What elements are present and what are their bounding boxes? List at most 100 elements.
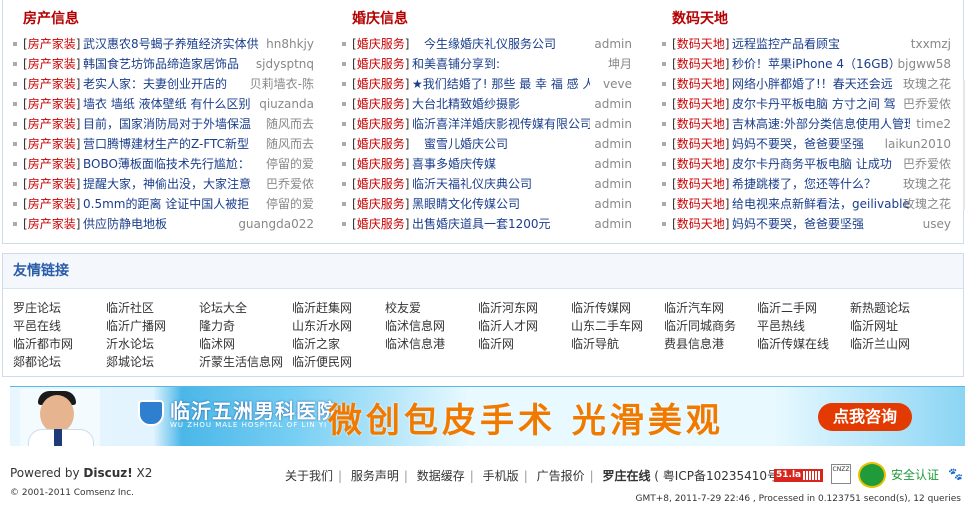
author-link[interactable]: admin bbox=[594, 174, 632, 194]
thread-title-link[interactable]: 今生缘婚庆礼仪服务公司 bbox=[412, 34, 556, 54]
thread-title-link[interactable]: 和美喜铺分享到: bbox=[412, 54, 500, 74]
footer-link-terms[interactable]: 服务声明 bbox=[351, 469, 399, 483]
hospital-banner-ad[interactable]: 临沂五洲男科医院 WU ZHOU MALE HOSPITAL OF LIN YI… bbox=[10, 386, 965, 446]
footer-site-name[interactable]: 罗庄在线 bbox=[602, 469, 650, 483]
author-link[interactable]: admin bbox=[594, 114, 632, 134]
thread-title-link[interactable]: 黑眼睛文化传媒公司 bbox=[412, 194, 520, 214]
friend-link[interactable]: 临沂赶集网 bbox=[292, 299, 352, 317]
author-link[interactable]: guangda022 bbox=[238, 214, 314, 234]
friend-link[interactable]: 罗庄论坛 bbox=[13, 299, 61, 317]
author-link[interactable]: 贝莉墙衣-陈 bbox=[250, 74, 314, 94]
author-link[interactable]: admin bbox=[594, 94, 632, 114]
footer-link-cache[interactable]: 数据缓存 bbox=[417, 469, 465, 483]
column-title[interactable]: 婚庆信息 bbox=[340, 0, 634, 27]
category-link[interactable]: [数码天地] bbox=[672, 94, 729, 114]
thread-title-link[interactable]: 妈妈不要哭，爸爸要坚强 bbox=[732, 214, 864, 234]
friend-link[interactable]: 临沂河东网 bbox=[478, 299, 538, 317]
author-link[interactable]: 玫瑰之花 bbox=[903, 174, 951, 194]
friend-link[interactable]: 临沂二手网 bbox=[757, 299, 817, 317]
footer-icp[interactable]: ( 粤ICP备10235410号 ) bbox=[654, 469, 787, 483]
friend-link[interactable]: 山东二手车网 bbox=[571, 317, 643, 335]
thread-title-link[interactable]: 供应防静电地板 bbox=[83, 214, 167, 234]
friend-link[interactable]: 临沂同城商务 bbox=[664, 317, 736, 335]
friend-link[interactable]: 新热题论坛 bbox=[850, 299, 910, 317]
thread-title-link[interactable]: 给电视来点新鲜看法，geilivable bbox=[732, 194, 910, 214]
category-link[interactable]: [数码天地] bbox=[672, 134, 729, 154]
thread-title-link[interactable]: 远程监控产品看顾宝 bbox=[732, 34, 840, 54]
author-link[interactable]: 玫瑰之花 bbox=[903, 194, 951, 214]
author-link[interactable]: usey bbox=[923, 214, 951, 234]
friend-link[interactable]: 临沂汽车网 bbox=[664, 299, 724, 317]
thread-title-link[interactable]: 皮尔卡丹商务平板电脑 让成功 bbox=[732, 154, 892, 174]
consult-button[interactable]: 点我咨询 bbox=[818, 403, 912, 431]
author-link[interactable]: laikun2010 bbox=[885, 134, 951, 154]
thread-title-link[interactable]: ★我们结婚了! 那些 最 幸 福 感 人 bbox=[412, 74, 590, 94]
category-link[interactable]: [数码天地] bbox=[672, 34, 729, 54]
author-link[interactable]: hn8hkjy bbox=[266, 34, 314, 54]
thread-title-link[interactable]: 妈妈不要哭，爸爸要坚强 bbox=[732, 134, 864, 154]
security-cert-link[interactable]: 安全认证 bbox=[891, 466, 939, 483]
category-link[interactable]: [房产家装] bbox=[23, 214, 80, 234]
category-link[interactable]: [婚庆服务] bbox=[352, 194, 409, 214]
author-link[interactable]: 巴乔爱侬 bbox=[903, 94, 951, 114]
security-shield-icon[interactable] bbox=[858, 462, 886, 488]
friend-link[interactable]: 临沂网址 bbox=[850, 317, 898, 335]
thread-title-link[interactable]: 秒价！苹果iPhone 4（16GB） bbox=[732, 54, 901, 74]
footer-link-ads[interactable]: 广告报价 bbox=[537, 469, 585, 483]
category-link[interactable]: [婚庆服务] bbox=[352, 134, 409, 154]
friend-link[interactable]: 费县信息港 bbox=[664, 335, 724, 353]
category-link[interactable]: [婚庆服务] bbox=[352, 54, 409, 74]
footer-link-about[interactable]: 关于我们 bbox=[285, 469, 333, 483]
author-link[interactable]: admin bbox=[594, 194, 632, 214]
author-link[interactable]: admin bbox=[594, 154, 632, 174]
friend-link[interactable]: 临沂传媒网 bbox=[571, 299, 631, 317]
friend-link[interactable]: 临沭网 bbox=[199, 335, 235, 353]
author-link[interactable]: 随风而去 bbox=[266, 114, 314, 134]
thread-title-link[interactable]: 大台北精致婚纱摄影 bbox=[412, 94, 520, 114]
category-link[interactable]: [数码天地] bbox=[672, 154, 729, 174]
friend-link[interactable]: 校友爱 bbox=[385, 299, 421, 317]
friend-link[interactable]: 临沂人才网 bbox=[478, 317, 538, 335]
thread-title-link[interactable]: 网络小胖都婚了!！春天还会远 bbox=[732, 74, 893, 94]
friend-link[interactable]: 沂水论坛 bbox=[106, 335, 154, 353]
category-link[interactable]: [数码天地] bbox=[672, 194, 729, 214]
thread-title-link[interactable]: 喜事多婚庆传媒 bbox=[412, 154, 496, 174]
friend-link[interactable]: 论坛大全 bbox=[199, 299, 247, 317]
friend-link[interactable]: 临沂便民网 bbox=[292, 353, 352, 371]
friend-link[interactable]: 临沂都市网 bbox=[13, 335, 73, 353]
friend-link[interactable]: 沂蒙生活信息网 bbox=[199, 353, 283, 371]
friend-link[interactable]: 隆力奇 bbox=[199, 317, 235, 335]
thread-title-link[interactable]: 目前，国家消防局对于外墙保温 bbox=[83, 114, 251, 134]
friend-link[interactable]: 临沭信息网 bbox=[385, 317, 445, 335]
category-link[interactable]: [房产家装] bbox=[23, 94, 80, 114]
category-link[interactable]: [房产家装] bbox=[23, 174, 80, 194]
author-link[interactable]: 巴乔爱侬 bbox=[266, 174, 314, 194]
thread-title-link[interactable]: 吉林高速:外部分类信息使用人管理 bbox=[732, 114, 910, 134]
category-link[interactable]: [婚庆服务] bbox=[352, 74, 409, 94]
author-link[interactable]: admin bbox=[594, 34, 632, 54]
author-link[interactable]: admin bbox=[594, 134, 632, 154]
friend-link[interactable]: 临沂社区 bbox=[106, 299, 154, 317]
thread-title-link[interactable]: 临沂喜洋洋婚庆影视传媒有限公司 bbox=[412, 114, 590, 134]
author-link[interactable]: 玫瑰之花 bbox=[903, 74, 951, 94]
friend-link[interactable]: 郯城论坛 bbox=[106, 353, 154, 371]
category-link[interactable]: [数码天地] bbox=[672, 114, 729, 134]
friend-link[interactable]: 临沂广播网 bbox=[106, 317, 166, 335]
category-link[interactable]: [房产家装] bbox=[23, 154, 80, 174]
category-link[interactable]: [数码天地] bbox=[672, 54, 729, 74]
friend-link[interactable]: 郯都论坛 bbox=[13, 353, 61, 371]
category-link[interactable]: [房产家装] bbox=[23, 34, 80, 54]
friend-link[interactable]: 临沭信息港 bbox=[385, 335, 445, 353]
column-title[interactable]: 房产信息 bbox=[11, 0, 316, 27]
thread-title-link[interactable]: 老实人家：夫妻创业开店的 bbox=[83, 74, 227, 94]
category-link[interactable]: [房产家装] bbox=[23, 54, 80, 74]
thread-title-link[interactable]: 蜜雪儿婚庆公司 bbox=[412, 134, 508, 154]
author-link[interactable]: bjgww58 bbox=[898, 54, 951, 74]
author-link[interactable]: txxmzj bbox=[911, 34, 951, 54]
thread-title-link[interactable]: 出售婚庆道具一套1200元 bbox=[412, 214, 551, 234]
category-link[interactable]: [婚庆服务] bbox=[352, 34, 409, 54]
author-link[interactable]: sjdysptnq bbox=[256, 54, 314, 74]
friend-link[interactable]: 山东沂水网 bbox=[292, 317, 352, 335]
cnzz-badge[interactable]: CNZZ bbox=[831, 464, 851, 484]
friend-link[interactable]: 临沂网 bbox=[478, 335, 514, 353]
